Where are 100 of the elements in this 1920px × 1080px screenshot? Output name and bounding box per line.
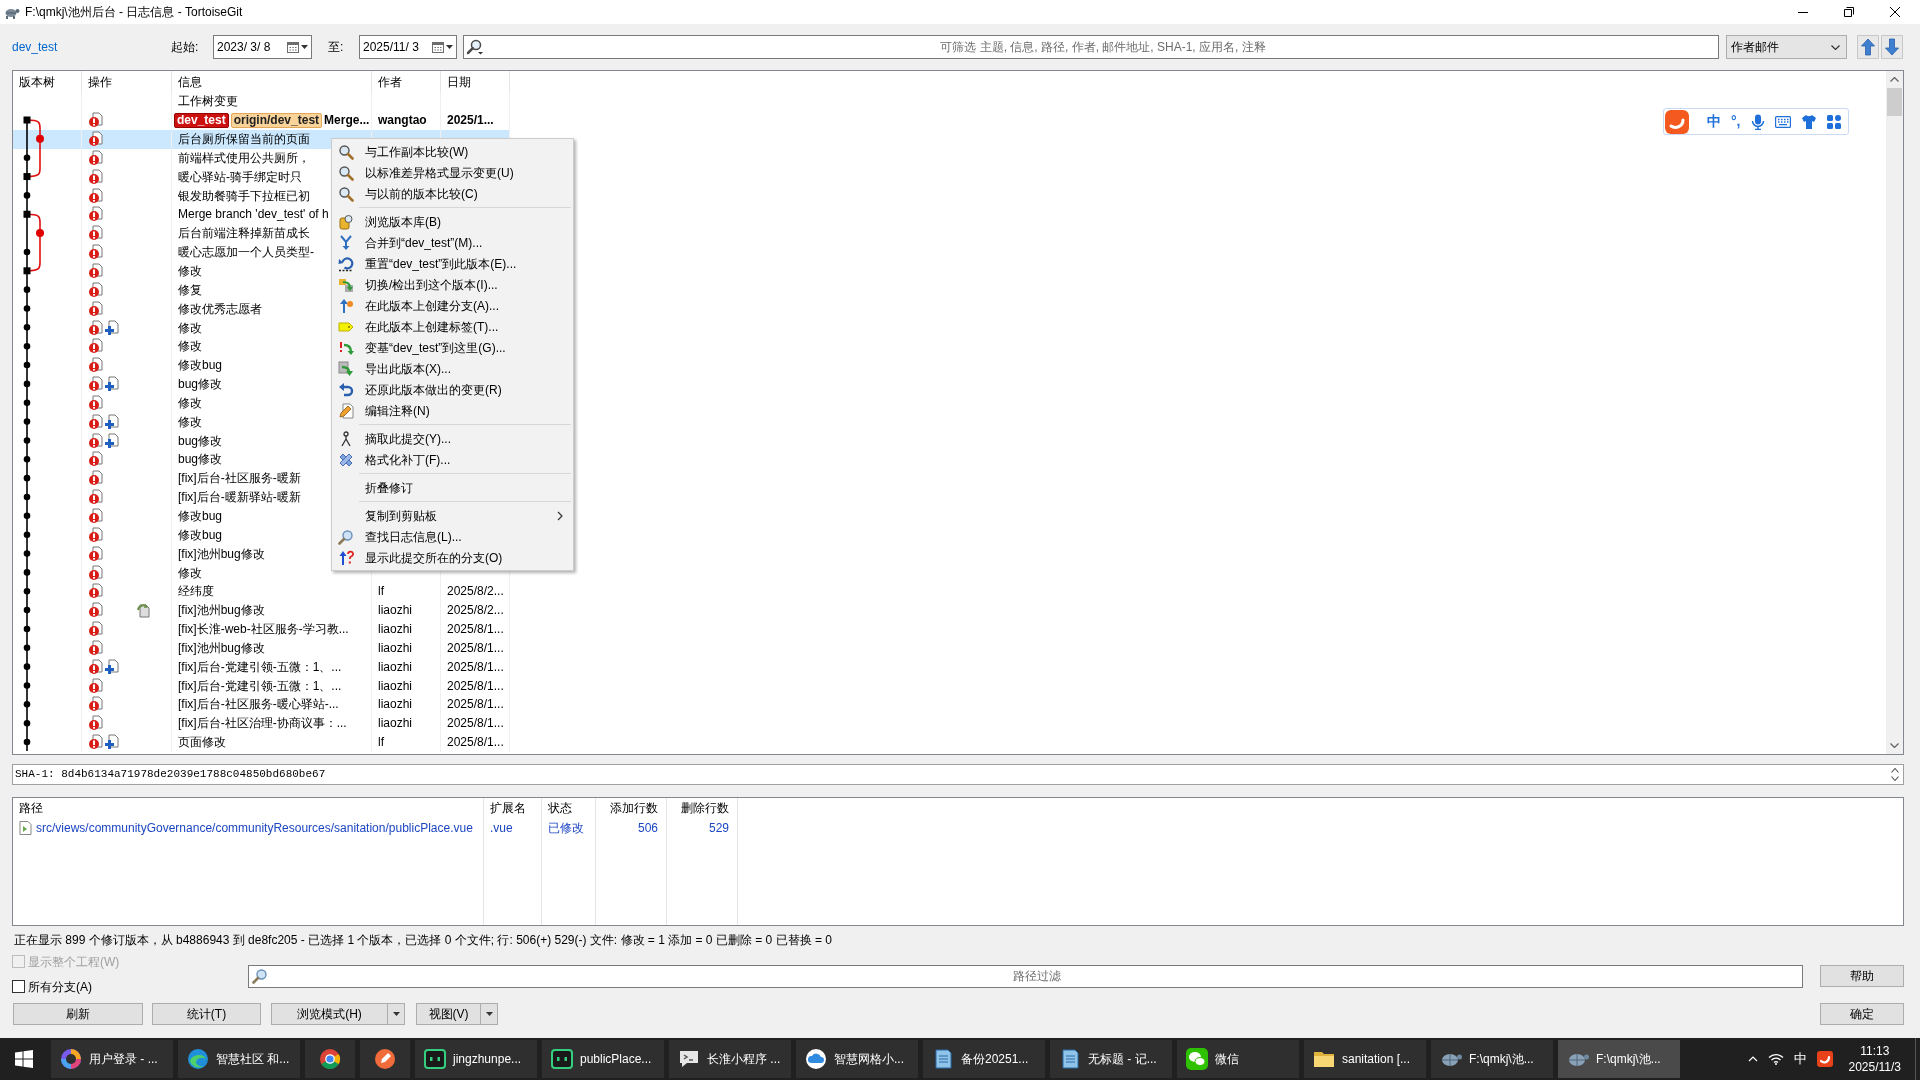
arrow-question-icon: [338, 549, 354, 566]
commit-message: 修改bug: [178, 357, 223, 375]
file-status: 已修改: [548, 819, 584, 837]
magnifier-icon: [338, 185, 354, 202]
refresh-button[interactable]: 刷新: [13, 1003, 143, 1025]
status-text: 正在显示 899 个修订版本，从 b4886943 到 de8fc205 - 已选择 1 个版本，已选择 0 个文件; 行: 506(+) 529(-) 文件: 修改 = 1 添加 = 0 已删除 = 0 已替换 = 0: [14, 932, 832, 949]
commit-date: 2025/8/1...: [447, 639, 504, 657]
dropdown-button[interactable]: [387, 1003, 405, 1025]
taskbar-button[interactable]: [305, 1040, 355, 1078]
taskbar-button[interactable]: F:\qmkj\池...: [1558, 1040, 1680, 1078]
commit-message: [fix]后台-党建引领-五微：1、...: [178, 677, 342, 695]
commit-message: 修改: [178, 338, 202, 356]
logo-icon: [1816, 1051, 1833, 1067]
view-button[interactable]: 视图(V): [416, 1003, 480, 1025]
taskbar-button[interactable]: jingzhunpe...: [415, 1040, 537, 1078]
date-field[interactable]: 2023/ 3/ 8: [213, 35, 312, 59]
commit-message: bug修改: [178, 432, 223, 450]
taskbar-button[interactable]: 智慧社区 和...: [178, 1040, 300, 1078]
box-magnifier-icon: [338, 213, 354, 230]
punctuation-mode[interactable]: °,: [1731, 111, 1741, 132]
calendar-icon: [287, 41, 299, 53]
taskbar-button[interactable]: 微信: [1177, 1040, 1299, 1078]
column-header[interactable]: 添加行数: [596, 798, 666, 818]
column-header[interactable]: 状态: [542, 798, 595, 818]
filter-dropdown[interactable]: 作者邮件: [1726, 35, 1847, 59]
chevron-down-icon: [1831, 44, 1840, 50]
sha-field[interactable]: SHA-1: 8d4b6134a71978de2039e1788c04850bd680be67: [12, 764, 1904, 785]
taskbar-button[interactable]: 智慧网格小...: [796, 1040, 918, 1078]
checkbox-label[interactable]: 所有分支(A): [28, 977, 92, 996]
branch-tag: origin/dev_test: [230, 112, 323, 128]
branch-link[interactable]: dev_test: [12, 38, 58, 56]
taskbar-button[interactable]: [360, 1040, 410, 1078]
dropdown-button[interactable]: [480, 1003, 498, 1025]
taskbar-button[interactable]: 用户登录 - ...: [51, 1040, 173, 1078]
commit-message: 修改bug: [178, 526, 223, 544]
author-name: liaozhi: [378, 715, 413, 733]
commit-message: 修改: [178, 413, 202, 431]
checkbox[interactable]: [12, 980, 25, 993]
up-arrow-icon: [1860, 38, 1876, 56]
help-button[interactable]: 帮助: [1820, 965, 1904, 987]
taskbar-button[interactable]: 长淮小程序 ...: [669, 1040, 791, 1078]
column-header[interactable]: 扩展名: [484, 798, 541, 818]
ok-button[interactable]: 确定: [1820, 1003, 1904, 1025]
dot-ring-icon: [318, 1047, 342, 1071]
taskbar-button[interactable]: 备份20251...: [923, 1040, 1045, 1078]
magnifier-icon: [338, 143, 354, 160]
chevron-up-icon: [1747, 1056, 1758, 1062]
down-arrow-icon: [1884, 38, 1900, 56]
column-header[interactable]: 删除行数: [667, 798, 737, 818]
chat-icon: [1185, 1047, 1209, 1071]
taskbar-button[interactable]: publicPlace...: [542, 1040, 664, 1078]
taskbar-button[interactable]: sanitation [...: [1304, 1040, 1426, 1078]
commit-date: 2025/8/2...: [447, 602, 504, 620]
deleted-lines: 529: [708, 819, 729, 837]
magnifier-icon: [338, 528, 354, 545]
clock-time: 11:13: [1860, 1043, 1890, 1059]
path-filter-field[interactable]: 路径过滤: [248, 964, 1803, 988]
file-path[interactable]: src/views/communityGovernance/communityResources/sanitation/publicPlace.vue: [36, 818, 473, 837]
date-label: 起始:: [171, 39, 200, 56]
down-button[interactable]: [1881, 35, 1903, 59]
date-field[interactable]: 2025/11/ 3: [359, 35, 457, 59]
clock-date: 2025/11/3: [1848, 1059, 1901, 1075]
commit-message: 修改: [178, 263, 202, 280]
commit-message: 银发助餐骑手下拉框已初: [178, 187, 310, 205]
author-name: lf: [378, 734, 384, 752]
taskbar-button[interactable]: F:\qmkj\池...: [1431, 1040, 1553, 1078]
browse-mode-button[interactable]: 浏览模式(H): [271, 1003, 387, 1025]
ring-icon: [59, 1047, 83, 1071]
robot-face-icon: [550, 1047, 574, 1071]
commit-message: 修改: [178, 394, 202, 412]
caret-icon: [446, 45, 453, 49]
commit-message: [fix]后台-社区治理-协商议事：...: [178, 715, 347, 733]
commit-date: 2025/8/1...: [447, 696, 504, 714]
commit-date: 2025/8/1...: [447, 734, 504, 752]
commit-message: 修改: [178, 319, 202, 337]
ime-indicator[interactable]: 中: [1793, 1049, 1807, 1069]
cloud-icon: [804, 1047, 828, 1071]
statistics-button[interactable]: 统计(T): [152, 1003, 261, 1025]
commit-message: 暖心志愿加一个人员类型-: [178, 244, 314, 262]
commit-message: 前端样式使用公共厕所，: [178, 149, 310, 167]
taskbar-button[interactable]: 无标题 - 记...: [1050, 1040, 1172, 1078]
commit-message: bug修改: [178, 376, 223, 394]
close-icon: [1890, 7, 1900, 17]
ime-mode[interactable]: 中: [1707, 111, 1721, 132]
search-field[interactable]: 可筛选 主题, 信息, 路径, 作者, 邮件地址, SHA-1, 应用名, 注释: [463, 35, 1719, 59]
curved-arrow-icon: [338, 255, 354, 272]
up-button[interactable]: [1857, 35, 1879, 59]
robot-face-icon: [423, 1047, 447, 1071]
commit-message: 页面修改: [178, 734, 226, 752]
column-header[interactable]: 路径: [13, 798, 483, 818]
window-title: F:\qmkj\池州后台 - 日志信息 - TortoiseGit: [25, 4, 243, 21]
file-extension: .vue: [490, 819, 513, 837]
search-icon: [466, 39, 484, 55]
bandage-icon: [338, 451, 354, 468]
author-name: liaozhi: [378, 677, 413, 695]
commit-message: 后台厕所保留当前的页面: [178, 131, 310, 149]
scrollbar-thumb[interactable]: [1887, 88, 1902, 116]
restore-icon: [1844, 7, 1854, 17]
alert-arrow-icon: [338, 339, 354, 356]
checkbox-label: 显示整个工程(W): [28, 953, 120, 971]
